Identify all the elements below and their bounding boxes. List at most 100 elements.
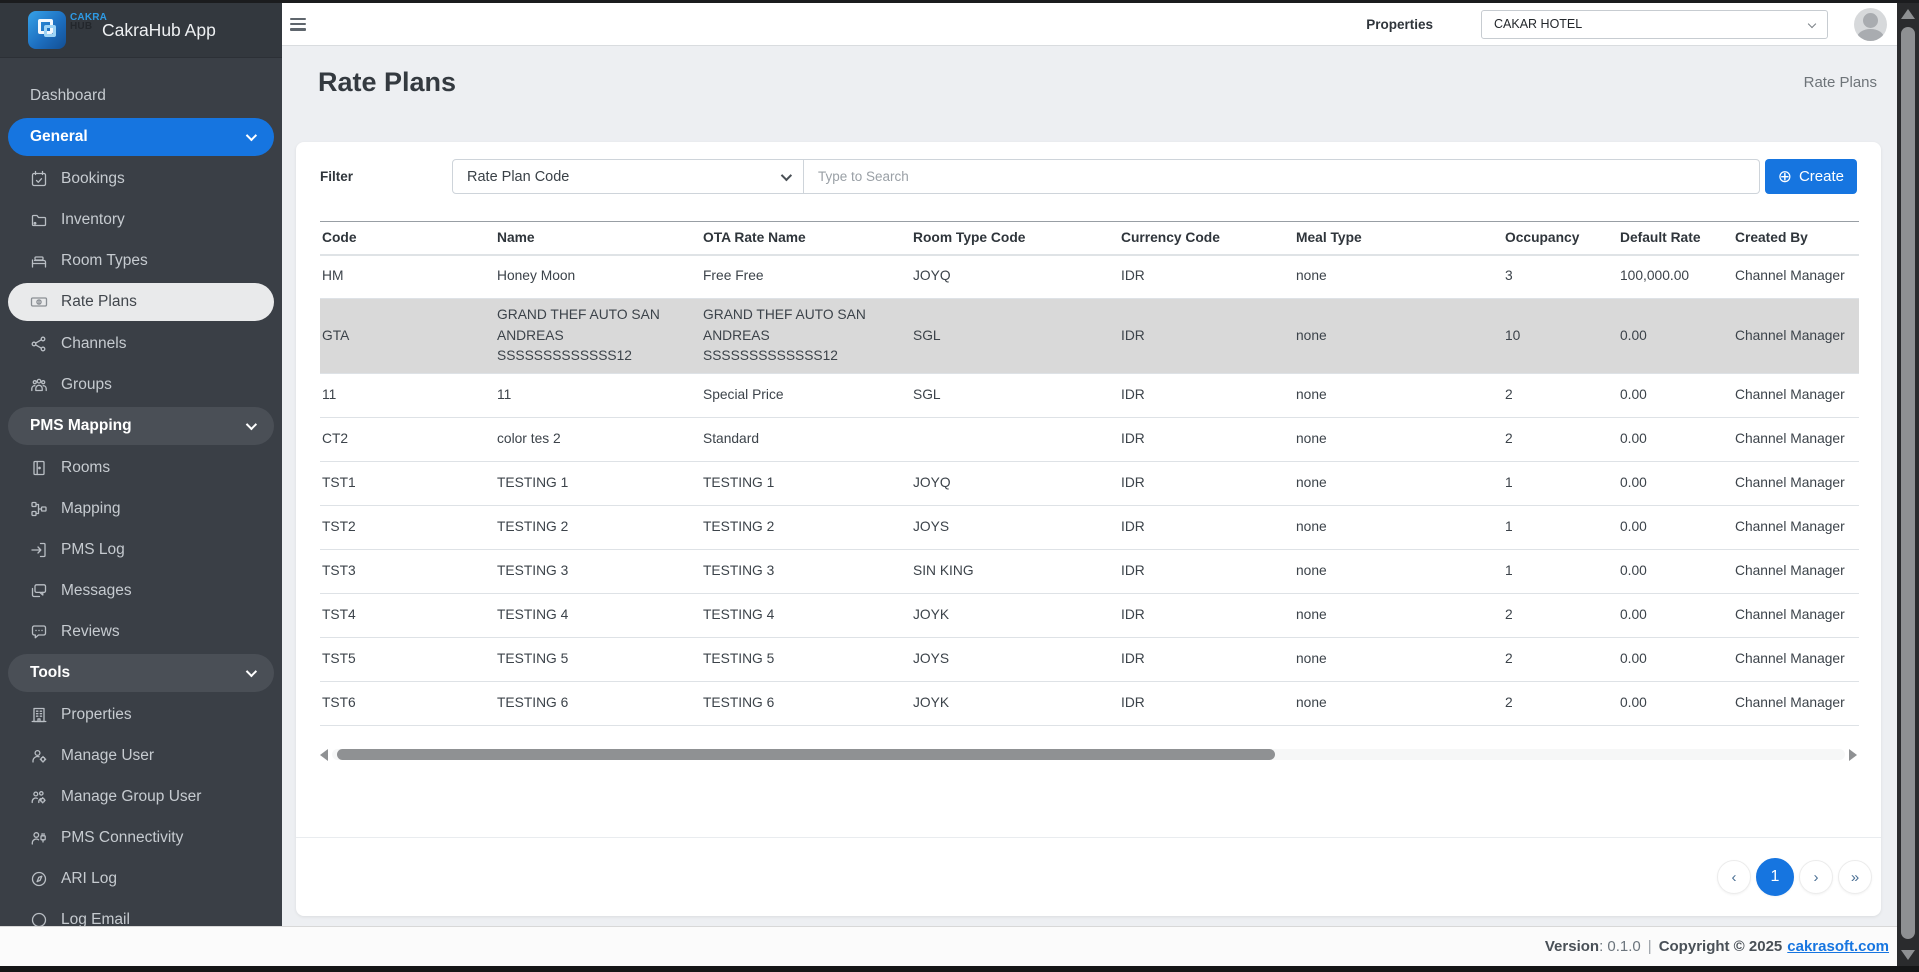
users-gear-icon [30, 788, 48, 806]
scroll-down-icon[interactable] [1901, 950, 1915, 960]
sidebar-item-rooms[interactable]: Rooms [0, 447, 282, 488]
table-cell: IDR [1119, 418, 1294, 462]
sidebar-item-inventory[interactable]: Inventory [0, 199, 282, 240]
table-row[interactable]: TST6TESTING 6TESTING 6JOYKIDRnone20.00Ch… [320, 682, 1859, 726]
vertical-scroll-thumb[interactable] [1901, 27, 1915, 939]
log-arrow-icon [30, 541, 48, 559]
copyright-text: Copyright © 2025 [1659, 938, 1783, 955]
footer-separator: | [1648, 938, 1652, 955]
table-cell: SGL [911, 374, 1119, 418]
brand-header: CAKRA HUB CakraHub App [0, 3, 282, 58]
table-cell: IDR [1119, 682, 1294, 726]
table-row[interactable]: TST2TESTING 2TESTING 2JOYSIDRnone10.00Ch… [320, 506, 1859, 550]
horizontal-scroll-track[interactable] [332, 749, 1845, 760]
table-cell: 2 [1503, 638, 1618, 682]
table-cell: none [1294, 255, 1503, 299]
scroll-left-icon[interactable] [320, 749, 328, 761]
rate-plans-card: Filter Rate Plan Code ⊕ Create CodeNameO… [296, 142, 1881, 916]
page-title: Rate Plans [318, 67, 456, 98]
column-header-code: Code [320, 222, 495, 255]
table-cell: Channel Manager [1733, 594, 1859, 638]
chevron-down-icon [1808, 20, 1816, 28]
table-cell: GTA [320, 299, 495, 374]
table-row[interactable]: GTAGRAND THEF AUTO SAN ANDREAS SSSSSSSSS… [320, 299, 1859, 374]
sidebar-item-mapping[interactable]: Mapping [0, 488, 282, 529]
table-cell: CT2 [320, 418, 495, 462]
sidebar-item-label: PMS Connectivity [61, 829, 183, 847]
table-row[interactable]: TST1TESTING 1TESTING 1JOYQIDRnone10.00Ch… [320, 462, 1859, 506]
sidebar: CAKRA HUB CakraHub App DashboardGeneralB… [0, 3, 282, 926]
filter-field-select[interactable]: Rate Plan Code [452, 159, 804, 194]
plus-circle-icon: ⊕ [1778, 168, 1792, 185]
table-cell: 0.00 [1618, 682, 1733, 726]
sidebar-item-dashboard[interactable]: Dashboard [0, 76, 282, 116]
sidebar-item-properties[interactable]: Properties [0, 694, 282, 735]
scroll-up-icon[interactable] [1901, 9, 1915, 19]
sidebar-item-general[interactable]: General [8, 118, 274, 156]
cakrasoft-link[interactable]: cakrasoft.com [1787, 938, 1889, 955]
pagination-next-button[interactable]: › [1799, 860, 1833, 894]
sidebar-item-manage-user[interactable]: Manage User [0, 735, 282, 776]
version-label: Version [1545, 938, 1599, 955]
table-cell: Channel Manager [1733, 506, 1859, 550]
calendar-check-icon [30, 170, 48, 188]
hamburger-menu-icon[interactable] [290, 18, 306, 31]
sidebar-item-tools[interactable]: Tools [8, 654, 274, 692]
table-row[interactable]: 1111Special PriceSGLIDRnone20.00Channel … [320, 374, 1859, 418]
table-cell: TST4 [320, 594, 495, 638]
sidebar-item-groups[interactable]: Groups [0, 364, 282, 405]
pagination-page-button[interactable]: 1 [1756, 858, 1794, 896]
table-row[interactable]: TST4TESTING 4TESTING 4JOYKIDRnone20.00Ch… [320, 594, 1859, 638]
sidebar-item-messages[interactable]: Messages [0, 570, 282, 611]
table-cell: GRAND THEF AUTO SAN ANDREAS SSSSSSSSSSSS… [495, 299, 701, 374]
table-row[interactable]: CT2color tes 2StandardIDRnone20.00Channe… [320, 418, 1859, 462]
create-button[interactable]: ⊕ Create [1765, 159, 1857, 194]
table-header-row: CodeNameOTA Rate NameRoom Type CodeCurre… [320, 222, 1859, 255]
filter-row: Filter Rate Plan Code ⊕ Create [296, 142, 1881, 194]
sidebar-item-label: Log Email [61, 911, 130, 927]
cakrahub-logo-icon: CAKRA HUB [28, 10, 68, 50]
pagination-prev-button[interactable]: ‹ [1717, 860, 1751, 894]
table-cell: IDR [1119, 299, 1294, 374]
sidebar-item-manage-group-user[interactable]: Manage Group User [0, 776, 282, 817]
vertical-scrollbar[interactable] [1897, 3, 1919, 966]
sidebar-item-reviews[interactable]: Reviews [0, 611, 282, 652]
table-cell: 0.00 [1618, 638, 1733, 682]
table-cell: 1 [1503, 550, 1618, 594]
table-row[interactable]: TST3TESTING 3TESTING 3SIN KINGIDRnone10.… [320, 550, 1859, 594]
sidebar-item-label: Groups [61, 376, 112, 394]
chevron-down-icon [246, 130, 257, 141]
sidebar-item-rate-plans[interactable]: Rate Plans [8, 283, 274, 321]
table-cell: Channel Manager [1733, 255, 1859, 299]
table-row[interactable]: TST5TESTING 5TESTING 5JOYSIDRnone20.00Ch… [320, 638, 1859, 682]
scroll-right-icon[interactable] [1849, 749, 1857, 761]
table-cell: IDR [1119, 255, 1294, 299]
horizontal-scroll-thumb[interactable] [337, 749, 1275, 760]
table-row[interactable]: HMHoney MoonFree FreeJOYQIDRnone3100,000… [320, 255, 1859, 299]
table-cell: GRAND THEF AUTO SAN ANDREAS SSSSSSSSSSSS… [701, 299, 911, 374]
table-cell: Free Free [701, 255, 911, 299]
property-select[interactable]: CAKAR HOTEL [1481, 10, 1828, 39]
sidebar-item-pms-mapping[interactable]: PMS Mapping [8, 407, 274, 445]
sidebar-item-label: PMS Mapping [30, 417, 132, 435]
table-cell: 0.00 [1618, 506, 1733, 550]
sidebar-item-log-email[interactable]: Log Email [0, 899, 282, 926]
app-footer: Version: 0.1.0 | Copyright © 2025 cakras… [0, 926, 1919, 966]
table-cell: 11 [320, 374, 495, 418]
table-cell: JOYS [911, 638, 1119, 682]
pagination-last-button[interactable]: » [1838, 860, 1872, 894]
sidebar-item-room-types[interactable]: Room Types [0, 240, 282, 281]
user-avatar[interactable] [1854, 8, 1887, 41]
sidebar-item-bookings[interactable]: Bookings [0, 158, 282, 199]
table-cell: Channel Manager [1733, 638, 1859, 682]
table-cell: none [1294, 638, 1503, 682]
table-cell: IDR [1119, 462, 1294, 506]
sidebar-item-channels[interactable]: Channels [0, 323, 282, 364]
search-input[interactable] [804, 159, 1760, 194]
table-cell: 1 [1503, 462, 1618, 506]
sidebar-item-pms-log[interactable]: PMS Log [0, 529, 282, 570]
table-cell: TESTING 3 [701, 550, 911, 594]
sidebar-item-pms-connectivity[interactable]: PMS Connectivity [0, 817, 282, 858]
table-cell: IDR [1119, 594, 1294, 638]
sidebar-item-ari-log[interactable]: ARI Log [0, 858, 282, 899]
